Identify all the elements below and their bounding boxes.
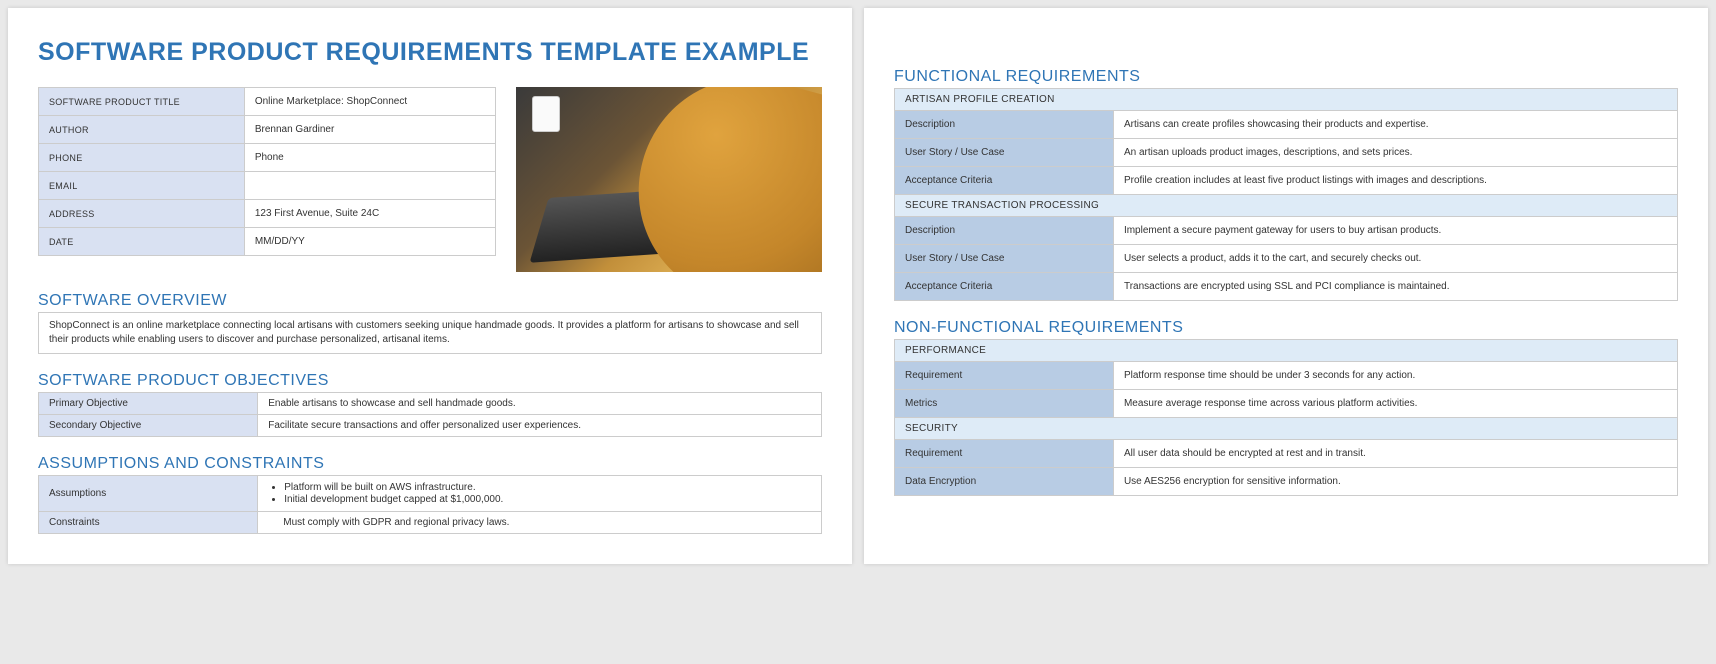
section-heading-functional: FUNCTIONAL REQUIREMENTS [894, 68, 1678, 86]
table-row: Secondary Objective Facilitate secure tr… [39, 415, 822, 437]
group-header-security: SECURITY [894, 418, 1678, 440]
constraints-key: Constraints [39, 512, 258, 534]
req-row: Description Artisans can create profiles… [894, 111, 1678, 139]
req-val: Transactions are encrypted using SSL and… [1114, 273, 1677, 300]
table-row: DATE MM/DD/YY [39, 228, 496, 256]
nonfunctional-block: PERFORMANCE Requirement Platform respons… [894, 339, 1678, 496]
req-row: Metrics Measure average response time ac… [894, 390, 1678, 418]
req-key: Description [895, 217, 1114, 244]
req-row: Requirement Platform response time shoul… [894, 362, 1678, 390]
req-val: Use AES256 encryption for sensitive info… [1114, 468, 1677, 495]
req-key: User Story / Use Case [895, 139, 1114, 166]
page-2: FUNCTIONAL REQUIREMENTS ARTISAN PROFILE … [864, 8, 1708, 564]
req-row: Acceptance Criteria Profile creation inc… [894, 167, 1678, 195]
req-val: Platform response time should be under 3… [1114, 362, 1677, 389]
assumption-bullet: Initial development budget capped at $1,… [284, 494, 811, 505]
info-key-address: ADDRESS [39, 200, 245, 228]
table-row: PHONE Phone [39, 144, 496, 172]
req-val: An artisan uploads product images, descr… [1114, 139, 1677, 166]
req-val: All user data should be encrypted at res… [1114, 440, 1677, 467]
section-heading-nonfunctional: NON-FUNCTIONAL REQUIREMENTS [894, 319, 1678, 337]
req-key: Data Encryption [895, 468, 1114, 495]
req-key: Requirement [895, 362, 1114, 389]
assumptions-val: Platform will be built on AWS infrastruc… [258, 476, 822, 512]
info-val-date: MM/DD/YY [244, 228, 496, 256]
table-row: Assumptions Platform will be built on AW… [39, 476, 822, 512]
req-key: Metrics [895, 390, 1114, 417]
table-row: SOFTWARE PRODUCT TITLE Online Marketplac… [39, 88, 496, 116]
table-row: Primary Objective Enable artisans to sho… [39, 393, 822, 415]
table-row: AUTHOR Brennan Gardiner [39, 116, 496, 144]
req-key: Requirement [895, 440, 1114, 467]
info-val-product-title: Online Marketplace: ShopConnect [244, 88, 496, 116]
section-heading-overview: SOFTWARE OVERVIEW [38, 292, 822, 310]
info-val-address: 123 First Avenue, Suite 24C [244, 200, 496, 228]
req-row: Requirement All user data should be encr… [894, 440, 1678, 468]
req-row: Acceptance Criteria Transactions are enc… [894, 273, 1678, 301]
assumptions-key: Assumptions [39, 476, 258, 512]
req-key: Acceptance Criteria [895, 167, 1114, 194]
req-val: Profile creation includes at least five … [1114, 167, 1677, 194]
info-key-email: EMAIL [39, 172, 245, 200]
info-table: SOFTWARE PRODUCT TITLE Online Marketplac… [38, 87, 496, 256]
objective-primary-key: Primary Objective [39, 393, 258, 415]
objective-secondary-val: Facilitate secure transactions and offer… [258, 415, 822, 437]
assumption-bullet: Platform will be built on AWS infrastruc… [284, 482, 811, 493]
group-header-performance: PERFORMANCE [894, 339, 1678, 362]
section-heading-assumptions: ASSUMPTIONS AND CONSTRAINTS [38, 455, 822, 473]
constraints-val: Must comply with GDPR and regional priva… [258, 512, 822, 534]
assumptions-table: Assumptions Platform will be built on AW… [38, 475, 822, 534]
req-key: Description [895, 111, 1114, 138]
objective-secondary-key: Secondary Objective [39, 415, 258, 437]
table-row: EMAIL [39, 172, 496, 200]
req-row: Data Encryption Use AES256 encryption fo… [894, 468, 1678, 496]
req-row: User Story / Use Case User selects a pro… [894, 245, 1678, 273]
req-val: Artisans can create profiles showcasing … [1114, 111, 1677, 138]
table-row: Constraints Must comply with GDPR and re… [39, 512, 822, 534]
overview-text: ShopConnect is an online marketplace con… [38, 312, 822, 354]
group-header-artisan-profile: ARTISAN PROFILE CREATION [894, 88, 1678, 111]
info-val-email [244, 172, 496, 200]
info-val-phone: Phone [244, 144, 496, 172]
req-val: Measure average response time across var… [1114, 390, 1677, 417]
req-key: Acceptance Criteria [895, 273, 1114, 300]
req-val: Implement a secure payment gateway for u… [1114, 217, 1677, 244]
objectives-table: Primary Objective Enable artisans to sho… [38, 392, 822, 437]
functional-block: ARTISAN PROFILE CREATION Description Art… [894, 88, 1678, 301]
req-row: User Story / Use Case An artisan uploads… [894, 139, 1678, 167]
header-row: SOFTWARE PRODUCT TITLE Online Marketplac… [38, 87, 822, 272]
req-val: User selects a product, adds it to the c… [1114, 245, 1677, 272]
group-header-secure-transaction: SECURE TRANSACTION PROCESSING [894, 195, 1678, 217]
hero-image [516, 87, 822, 272]
cup-icon [532, 96, 560, 132]
info-key-phone: PHONE [39, 144, 245, 172]
info-key-date: DATE [39, 228, 245, 256]
info-key-author: AUTHOR [39, 116, 245, 144]
page-1: SOFTWARE PRODUCT REQUIREMENTS TEMPLATE E… [8, 8, 852, 564]
objective-primary-val: Enable artisans to showcase and sell han… [258, 393, 822, 415]
req-row: Description Implement a secure payment g… [894, 217, 1678, 245]
info-val-author: Brennan Gardiner [244, 116, 496, 144]
info-key-product-title: SOFTWARE PRODUCT TITLE [39, 88, 245, 116]
workspace: SOFTWARE PRODUCT REQUIREMENTS TEMPLATE E… [8, 8, 1708, 564]
table-row: ADDRESS 123 First Avenue, Suite 24C [39, 200, 496, 228]
document-title: SOFTWARE PRODUCT REQUIREMENTS TEMPLATE E… [38, 38, 822, 67]
req-key: User Story / Use Case [895, 245, 1114, 272]
sweater-graphic [614, 87, 822, 272]
section-heading-objectives: SOFTWARE PRODUCT OBJECTIVES [38, 372, 822, 390]
